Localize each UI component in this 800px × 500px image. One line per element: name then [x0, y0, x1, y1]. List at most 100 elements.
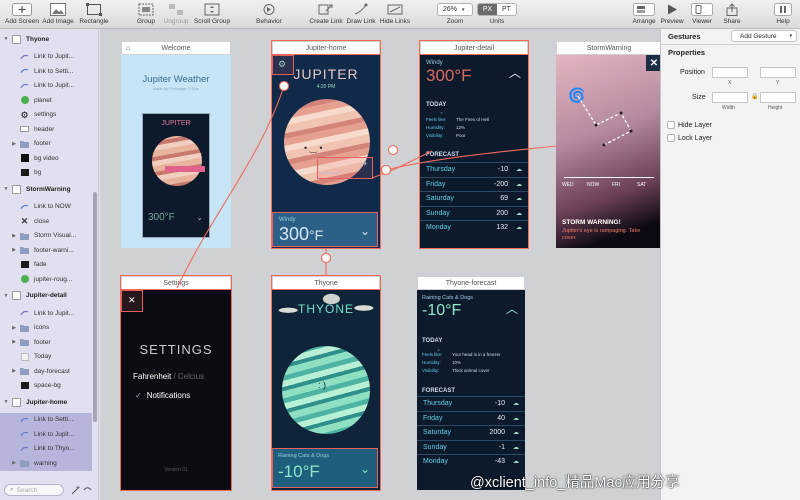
sidebar-group-thyone[interactable]: ▼ Thyone — [0, 32, 92, 47]
sidebar-item-label: bg — [34, 169, 42, 177]
plus-icon — [12, 3, 32, 16]
scroll-group-icon — [204, 3, 220, 16]
sidebar-layer-item[interactable]: ▶ warning — [0, 456, 92, 471]
disclosure-triangle-icon[interactable]: ▶ — [11, 325, 17, 331]
rectangle-button[interactable]: Rectangle — [78, 2, 110, 25]
position-x-field[interactable] — [712, 67, 748, 78]
screen-icon — [12, 291, 21, 301]
sidebar-layer-item[interactable]: ⚙ settings — [0, 108, 92, 123]
help-icon — [774, 3, 792, 16]
hide-links-icon — [387, 4, 403, 15]
design-canvas[interactable]: ⌂ Welcome Jupiter Weather Made by Prototy… — [100, 29, 660, 500]
help-button[interactable]: Help — [772, 2, 794, 25]
sidebar-layer-item[interactable]: ▶ footer — [0, 335, 92, 350]
sidebar-layer-item[interactable]: Link to Setti... — [0, 412, 92, 427]
hide-links-button[interactable]: Hide Links — [380, 2, 410, 25]
sidebar-layer-item[interactable]: ✕ close — [0, 214, 92, 229]
sidebar-group-stormwarning[interactable]: ▼ StormWarning — [0, 182, 92, 197]
disclosure-triangle-icon[interactable]: ▶ — [11, 460, 17, 466]
height-field[interactable] — [760, 92, 796, 103]
toolbar: Add Screen Add Image Rectangle Group Ung… — [0, 0, 800, 29]
divider — [661, 44, 800, 45]
sidebar-layer-item[interactable]: ▶ Storm Visual... — [0, 229, 92, 244]
sidebar-item-label: jupiter-roug... — [34, 275, 73, 283]
ungroup-button[interactable]: Ungroup — [162, 2, 190, 25]
disclosure-triangle-icon[interactable]: ▼ — [3, 186, 9, 192]
units-pt-button[interactable]: PT — [497, 6, 516, 13]
sidebar-layer-item[interactable]: header — [0, 122, 92, 137]
layer-search-input[interactable]: ⌕ Search — [4, 484, 64, 496]
viewer-button[interactable]: Viewer — [689, 2, 715, 25]
disclosure-triangle-icon[interactable]: ▶ — [11, 141, 17, 147]
link-anchor — [320, 252, 332, 264]
disclosure-triangle-icon[interactable]: ▶ — [11, 247, 17, 253]
lock-icon[interactable]: 🔒 — [751, 93, 758, 100]
screen-icon — [12, 397, 21, 407]
disclosure-triangle-icon[interactable]: ▶ — [11, 233, 17, 239]
sidebar-layer-item[interactable]: bg video — [0, 151, 92, 166]
sidebar-layer-item[interactable]: Link to Jupit... — [0, 50, 92, 65]
disclosure-triangle-icon[interactable]: ▼ — [3, 293, 9, 299]
add-gesture-button[interactable]: Add Gesture ▾ — [731, 30, 797, 42]
share-button[interactable]: Share — [720, 2, 744, 25]
sidebar-layer-item[interactable]: fade — [0, 258, 92, 273]
sidebar-layer-item[interactable]: bg — [0, 166, 92, 181]
sidebar-item-label: bg video — [34, 154, 59, 162]
disclosure-triangle-icon[interactable]: ▼ — [3, 36, 9, 42]
link-icon — [20, 430, 29, 438]
create-link-button[interactable]: Create Link — [308, 2, 344, 25]
sidebar-layer-item[interactable]: Link to Jupit... — [0, 79, 92, 94]
arrange-icon — [633, 3, 655, 16]
sidebar-layer-item[interactable]: ▶ footer — [0, 137, 92, 152]
image-icon — [20, 261, 29, 269]
sidebar-layer-item[interactable]: Link to Jupit... — [0, 427, 92, 442]
gestures-tab[interactable]: Gestures — [668, 32, 701, 41]
hide-layer-checkbox[interactable] — [667, 121, 675, 129]
sidebar-layer-item[interactable]: ▶ icons — [0, 321, 92, 336]
sidebar-layer-item[interactable]: ▶ footer-warni... — [0, 243, 92, 258]
position-y-field[interactable] — [760, 67, 796, 78]
sidebar-group-jupiter-home[interactable]: ▼ Jupiter-home — [0, 395, 92, 410]
preview-button[interactable]: Preview — [659, 2, 685, 25]
sidebar-group-jupiter-detail[interactable]: ▼ Jupiter-detail — [0, 289, 92, 304]
sidebar-layer-item[interactable]: jupiter-roug... — [0, 272, 92, 287]
group-icon — [138, 3, 154, 16]
lock-layer-checkbox[interactable] — [667, 134, 675, 142]
sidebar-layer-item[interactable]: Link to Setti... — [0, 64, 92, 79]
search-icon: ⌕ — [10, 486, 14, 493]
link-line-storm — [385, 145, 557, 171]
sidebar-scrollbar[interactable] — [93, 192, 97, 422]
scroll-group-button[interactable]: Scroll Group — [193, 2, 231, 25]
link-anchor — [380, 164, 392, 176]
add-screen-button[interactable]: Add Screen — [3, 2, 41, 25]
arrange-button[interactable]: Arrange — [631, 2, 657, 25]
width-field[interactable] — [712, 92, 748, 103]
sidebar-layer-item[interactable]: Today — [0, 350, 92, 365]
folder-icon — [20, 367, 29, 376]
folder-icon — [20, 459, 29, 468]
draw-link-button[interactable]: Draw Link — [346, 2, 376, 25]
sidebar-layer-item[interactable]: Link to NOW — [0, 200, 92, 215]
disclosure-triangle-icon[interactable]: ▶ — [11, 368, 17, 374]
sidebar-item-label: Link to Thyo... — [34, 445, 75, 453]
draw-link-icon — [354, 3, 368, 15]
group-button[interactable]: Group — [134, 2, 158, 25]
behavior-button[interactable]: Behavior — [256, 2, 282, 25]
wand-icon[interactable] — [70, 484, 94, 496]
sidebar-layer-item[interactable]: planet — [0, 93, 92, 108]
planet-icon — [20, 96, 29, 105]
add-image-button[interactable]: Add Image — [42, 2, 74, 25]
sidebar-item-label: footer-warni... — [34, 246, 74, 254]
sidebar-layer-item[interactable]: space-bg — [0, 379, 92, 394]
disclosure-triangle-icon[interactable]: ▼ — [3, 399, 9, 405]
units-control: PX PT Units — [476, 2, 518, 25]
text-icon — [20, 352, 29, 361]
sidebar-item-label: Link to Jupit... — [34, 53, 75, 61]
zoom-control[interactable]: 26% ▾ Zoom — [436, 2, 474, 25]
sidebar-layer-item[interactable]: Link to Thyo... — [0, 441, 92, 456]
folder-icon — [20, 232, 29, 240]
sidebar-layer-item[interactable]: ▶ day-forecast — [0, 364, 92, 379]
sidebar-layer-item[interactable]: Link to Jupit... — [0, 306, 92, 321]
disclosure-triangle-icon[interactable]: ▶ — [11, 339, 17, 345]
units-px-button[interactable]: PX — [478, 4, 497, 15]
